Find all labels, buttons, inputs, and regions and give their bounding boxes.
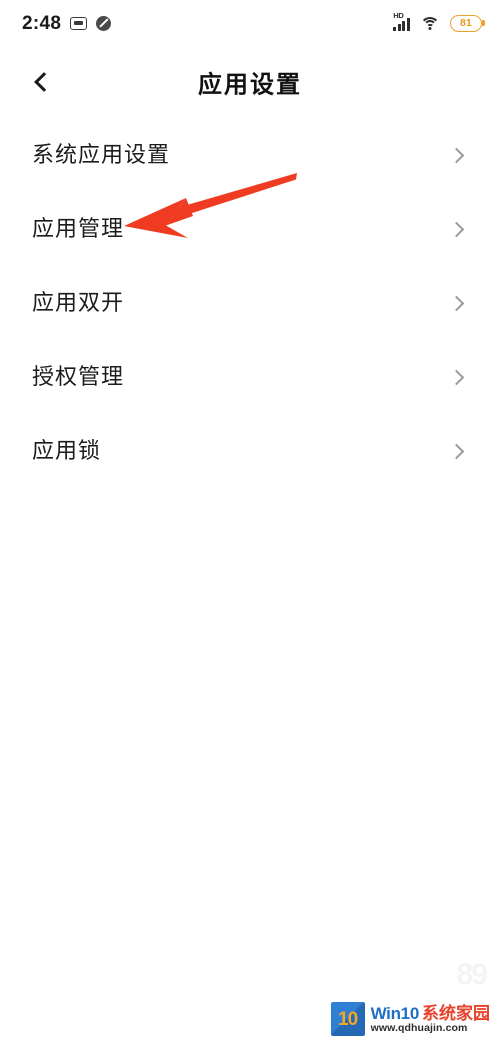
- list-item-app-lock[interactable]: 应用锁: [0, 414, 500, 488]
- settings-list: 系统应用设置 应用管理 应用双开 授权管理 应用锁: [0, 118, 500, 488]
- page-title: 应用设置: [198, 71, 302, 99]
- status-bar: 2:48 HD 81: [0, 0, 500, 46]
- battery-level-label: 81: [459, 16, 473, 29]
- win10-logo-label: 10: [338, 1008, 358, 1030]
- watermark-brand-line: Win10 系统家园: [371, 1005, 490, 1022]
- wifi-icon: [420, 16, 440, 31]
- chevron-right-icon: [448, 295, 465, 311]
- signal-bar-3: [402, 21, 406, 31]
- site-watermark: 10 Win10 系统家园 www.qdhuajin.com: [330, 1002, 490, 1036]
- wifi-dot: [428, 27, 432, 30]
- chevron-right-icon: [448, 369, 465, 385]
- list-item-system-app-settings[interactable]: 系统应用设置: [0, 118, 500, 192]
- cellular-signal-icon: HD: [393, 11, 410, 31]
- chevron-right-icon: [448, 443, 465, 459]
- list-item-label: 应用锁: [32, 438, 102, 463]
- list-item-permission-management[interactable]: 授权管理: [0, 340, 500, 414]
- battery-icon: 81: [450, 14, 482, 32]
- watermark-url: www.qdhuajin.com: [370, 1021, 468, 1034]
- list-item-app-management[interactable]: 应用管理: [0, 192, 500, 266]
- list-item-label: 系统应用设置: [32, 142, 171, 167]
- hd-voice-label: HD: [393, 11, 404, 20]
- list-item-label: 应用双开: [32, 290, 125, 315]
- chevron-right-icon: [448, 221, 465, 237]
- chevron-right-icon: [448, 147, 465, 163]
- signal-bar-2: [397, 24, 401, 31]
- signal-bar-4: [407, 18, 410, 31]
- do-not-disturb-icon: [96, 15, 112, 31]
- list-item-app-dual-open[interactable]: 应用双开: [0, 266, 500, 340]
- list-item-label: 应用管理: [32, 216, 125, 241]
- status-bar-left: 2:48: [22, 12, 112, 34]
- navigation-bar: 应用设置: [0, 46, 500, 118]
- watermark-text-block: Win10 系统家园 www.qdhuajin.com: [371, 1005, 490, 1034]
- win10-logo-icon: 10: [330, 1002, 365, 1036]
- status-bar-right: HD 81: [393, 11, 482, 32]
- watermark-brand-en: Win10: [370, 1003, 420, 1023]
- status-bar-clock: 2:48: [22, 12, 62, 34]
- ghost-watermark: 89: [456, 958, 488, 991]
- list-item-label: 授权管理: [32, 364, 125, 389]
- phone-screen: 2:48 HD 81 应用设置 系统应用设置 应用管理 应用双开 授权管理 应用…: [0, 0, 500, 1042]
- ir-blaster-icon: [70, 16, 88, 30]
- watermark-brand-cn: 系统家园: [422, 1003, 490, 1023]
- signal-bar-1: [393, 27, 397, 31]
